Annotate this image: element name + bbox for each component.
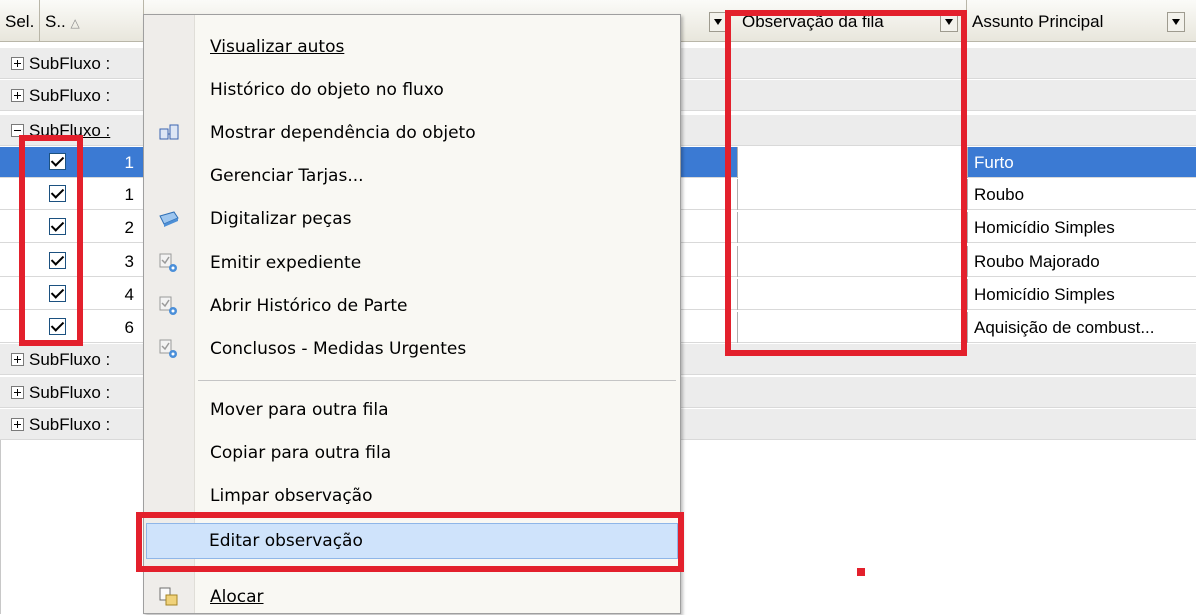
document-gear-icon [159, 253, 177, 272]
menu-item-label: Abrir Histórico de Parte [210, 296, 408, 316]
menu-item-label: Emitir expediente [210, 253, 362, 273]
group-label: SubFluxo : [29, 350, 111, 369]
cell-assunto[interactable]: Homicídio Simples [967, 212, 1196, 243]
menu-item-limpar-observacao[interactable]: Limpar observação [146, 478, 678, 514]
group-label: SubFluxo : [29, 383, 111, 402]
menu-item-copiar-fila[interactable]: Copiar para outra fila [146, 435, 678, 471]
group-label: SubFluxo : [29, 86, 111, 105]
row-seq: 3 [124, 252, 134, 271]
document-gear-icon [159, 296, 177, 315]
menu-item-visualizar-autos[interactable]: Visualizar autos [146, 29, 678, 65]
annotation-dot [857, 568, 865, 576]
menu-item-label: Conclusos - Medidas Urgentes [210, 339, 467, 359]
column-header-sel[interactable]: Sel. [0, 0, 40, 42]
row-seq: 2 [124, 218, 134, 237]
menu-item-label: Histórico do objeto no fluxo [210, 80, 444, 100]
menu-item-label: Gerenciar Tarjas... [210, 166, 364, 186]
menu-item-abrir-historico-parte[interactable]: Abrir Histórico de Parte [146, 288, 678, 324]
menu-item-label: Digitalizar peças [210, 209, 352, 229]
row-seq: 6 [124, 318, 134, 337]
document-gear-icon [159, 339, 177, 358]
scanner-icon [159, 211, 179, 227]
grid-left-border [0, 440, 1, 614]
annotation-box-editar-observacao [136, 512, 684, 572]
menu-separator [198, 380, 676, 381]
menu-item-label: Alocar [210, 587, 264, 607]
annotation-box-observacao-column [725, 10, 967, 356]
menu-item-conclusos-medidas[interactable]: Conclusos - Medidas Urgentes [146, 331, 678, 367]
column-header-assunto-label: Assunto Principal [972, 12, 1104, 31]
menu-item-gerenciar-tarjas[interactable]: Gerenciar Tarjas... [146, 158, 678, 194]
menu-item-label: Copiar para outra fila [210, 443, 392, 463]
group-label: SubFluxo : [29, 415, 111, 434]
menu-item-mover-fila[interactable]: Mover para outra fila [146, 392, 678, 428]
cell-assunto[interactable]: Furto [967, 147, 1196, 178]
row-seq: 1 [124, 153, 134, 172]
expand-plus-icon[interactable] [11, 89, 24, 102]
cell-assunto[interactable]: Roubo Majorado [967, 246, 1196, 277]
dependency-icon [159, 124, 179, 140]
column-header-assunto[interactable]: Assunto Principal [967, 0, 1196, 42]
group-label: SubFluxo : [29, 54, 111, 73]
cell-assunto[interactable]: Aquisição de combust... [967, 312, 1196, 343]
menu-item-label: Mostrar dependência do objeto [210, 123, 476, 143]
row-seq: 1 [124, 185, 134, 204]
menu-item-label: Visualizar autos [210, 37, 345, 57]
allocate-icon [159, 587, 178, 606]
expand-plus-icon[interactable] [11, 386, 24, 399]
menu-item-alocar[interactable]: Alocar [146, 579, 678, 615]
column-header-s-label: S.. [45, 12, 66, 31]
menu-item-emitir-expediente[interactable]: Emitir expediente [146, 245, 678, 281]
row-seq: 4 [124, 285, 134, 304]
column-header-sel-label: Sel. [5, 12, 35, 31]
sort-ascending-icon: △ [70, 16, 80, 30]
expand-plus-icon[interactable] [11, 353, 24, 366]
assunto-filter-dropdown-icon[interactable] [1167, 12, 1185, 32]
column-header-s[interactable]: S.. △ [40, 0, 144, 42]
menu-item-label: Mover para outra fila [210, 400, 389, 420]
cell-assunto[interactable]: Roubo [967, 179, 1196, 210]
expand-plus-icon[interactable] [11, 57, 24, 70]
expand-plus-icon[interactable] [11, 418, 24, 431]
menu-item-historico-objeto[interactable]: Histórico do objeto no fluxo [146, 72, 678, 108]
annotation-box-checkboxes [19, 135, 83, 346]
menu-item-digitalizar-pecas[interactable]: Digitalizar peças [146, 201, 678, 237]
menu-item-label: Limpar observação [210, 486, 373, 506]
cell-assunto[interactable]: Homicídio Simples [967, 279, 1196, 310]
menu-item-mostrar-dependencia[interactable]: Mostrar dependência do objeto [146, 115, 678, 151]
